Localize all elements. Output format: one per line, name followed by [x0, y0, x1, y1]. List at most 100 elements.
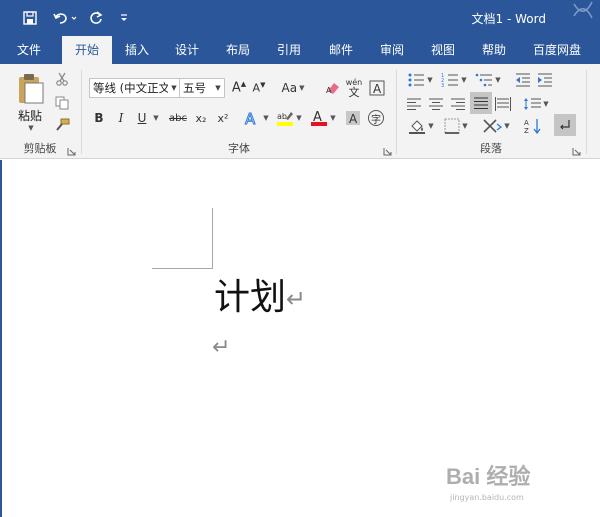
align-center-button[interactable] — [427, 94, 445, 114]
character-border-button[interactable]: A — [368, 78, 386, 98]
increase-indent-icon — [538, 73, 552, 87]
clear-formatting-button[interactable]: A — [324, 78, 342, 98]
clipboard-launcher-icon[interactable] — [67, 145, 76, 156]
title-decoration-icon — [560, 0, 600, 36]
tab-design[interactable]: 设计 — [164, 36, 210, 64]
tab-help[interactable]: 帮助 — [471, 36, 517, 64]
paragraph-mark: ↵ — [286, 285, 307, 313]
underline-dropdown-icon[interactable]: ▼ — [150, 108, 160, 128]
sort-button[interactable]: AZ — [521, 116, 545, 136]
borders-button[interactable]: ▼ — [441, 116, 471, 136]
justify-button[interactable] — [470, 92, 492, 114]
italic-button[interactable]: I — [112, 108, 130, 128]
enclose-characters-button[interactable]: 字 — [366, 108, 386, 128]
paste-icon — [19, 73, 44, 103]
heading-text[interactable]: 计划 — [214, 277, 286, 318]
align-right-button[interactable] — [449, 94, 467, 114]
strikethrough-button[interactable]: abc — [166, 108, 190, 128]
phonetic-guide-button[interactable]: wén 文 — [344, 76, 364, 100]
window-title: 文档1 - Word — [471, 12, 546, 26]
tab-review[interactable]: 审阅 — [369, 36, 415, 64]
font-name-select[interactable]: 等线 (中文正文) ▼ — [89, 78, 181, 98]
shrink-font-button[interactable]: A▼ — [250, 78, 268, 98]
font-size-select[interactable]: 五号 ▼ — [179, 78, 225, 98]
multilevel-list-button[interactable]: ▼ — [473, 70, 503, 90]
increase-indent-button[interactable] — [535, 70, 555, 90]
show-paragraph-marks-button[interactable] — [554, 114, 576, 136]
line-spacing-icon — [524, 98, 542, 110]
paint-bucket-icon — [409, 120, 426, 134]
change-case-button[interactable]: Aa ▼ — [278, 78, 308, 98]
paste-dropdown-icon[interactable]: ▼ — [28, 124, 33, 132]
tab-references[interactable]: 引用 — [266, 36, 312, 64]
shading-dropdown-icon: ▼ — [428, 122, 434, 130]
paste-button[interactable]: 粘贴 ▼ — [10, 70, 50, 134]
format-painter-button[interactable] — [52, 116, 72, 134]
copy-button[interactable] — [52, 94, 72, 112]
numbering-icon: 123 — [441, 73, 459, 88]
baidu-jingyan-watermark: Bai 经验 jingyan.baidu.com — [446, 459, 566, 509]
tab-file[interactable]: 文件 — [0, 36, 58, 64]
change-case-dropdown-icon: ▼ — [299, 84, 305, 92]
highlight-button[interactable]: ab ▼ — [274, 108, 304, 128]
sort-icon: AZ — [524, 119, 541, 134]
chinese-layout-dropdown-icon: ▼ — [504, 122, 510, 130]
paragraph-launcher-icon[interactable] — [572, 145, 581, 156]
tab-layout[interactable]: 布局 — [215, 36, 261, 64]
tab-mailings[interactable]: 邮件 — [318, 36, 364, 64]
borders-dropdown-icon: ▼ — [462, 122, 468, 130]
redo-icon[interactable] — [84, 6, 108, 30]
character-shading-button[interactable]: A — [344, 108, 362, 128]
font-group: 等线 (中文正文) ▼ 五号 ▼ A▲ A▼ Aa ▼ A wén 文 A B I… — [82, 64, 396, 159]
grow-font-button[interactable]: A▲ — [230, 78, 248, 98]
decrease-indent-icon — [516, 73, 530, 87]
document-page[interactable]: 计划↵ ↵ Bai 经验 jingyan.baidu.com — [0, 160, 600, 517]
subscript-button[interactable]: x₂ — [192, 108, 210, 128]
customize-icon[interactable] — [112, 6, 136, 30]
bullets-dropdown-icon: ▼ — [427, 76, 433, 84]
tab-baidu-netdisk[interactable]: 百度网盘 — [524, 36, 590, 64]
empty-paragraph-mark[interactable]: ↵ — [212, 337, 230, 359]
distributed-button[interactable] — [494, 94, 512, 114]
underline-button[interactable]: U — [134, 108, 150, 128]
svg-text:A: A — [349, 112, 358, 126]
paragraph-group: ▼ 1 2 3 ▼ ▼ ▼ ▼ ▼ ▼ A Z 段落 — [397, 64, 585, 159]
text-effects-button[interactable]: A ▼ — [242, 108, 270, 128]
font-size-value: 五号 — [183, 81, 206, 95]
clipboard-group: 粘贴 ▼ 剪贴板 — [0, 64, 80, 159]
ribbon-tabs: 文件 开始 插入 设计 布局 引用 邮件 审阅 视图 帮助 百度网盘 — [0, 36, 600, 65]
chinese-layout-button[interactable]: ▼ — [479, 116, 513, 136]
tab-home[interactable]: 开始 — [62, 36, 112, 65]
cut-button[interactable] — [52, 70, 72, 88]
shading-button[interactable]: ▼ — [405, 116, 437, 136]
align-left-icon — [407, 98, 421, 110]
svg-text:Z: Z — [524, 127, 529, 134]
document-heading-line[interactable]: 计划↵ — [214, 276, 306, 320]
window-edge — [0, 160, 2, 517]
tab-insert[interactable]: 插入 — [114, 36, 160, 64]
undo-icon[interactable] — [50, 6, 80, 30]
superscript-button[interactable]: x² — [214, 108, 232, 128]
font-launcher-icon[interactable] — [383, 145, 392, 156]
bullets-icon — [408, 73, 425, 87]
multilevel-list-icon — [475, 73, 493, 87]
tab-view[interactable]: 视图 — [420, 36, 466, 64]
bullets-button[interactable]: ▼ — [405, 70, 435, 90]
paragraph-group-label: 段落 — [480, 142, 502, 155]
svg-text:3: 3 — [441, 83, 444, 88]
bold-button[interactable]: B — [90, 108, 108, 128]
font-color-button[interactable]: A ▼ — [308, 108, 338, 128]
watermark-brand: Bai 经验 — [446, 464, 531, 489]
multilevel-list-dropdown-icon: ▼ — [495, 76, 501, 84]
numbering-button[interactable]: 1 2 3 ▼ — [439, 70, 469, 90]
align-left-button[interactable] — [405, 94, 423, 114]
font-size-dropdown-icon[interactable]: ▼ — [212, 79, 224, 97]
font-color-dropdown-icon: ▼ — [330, 114, 336, 122]
highlight-dropdown-icon: ▼ — [296, 114, 302, 122]
decrease-indent-button[interactable] — [513, 70, 533, 90]
svg-text:ab: ab — [277, 112, 287, 121]
chinese-layout-icon — [483, 119, 503, 133]
borders-icon — [444, 118, 460, 134]
line-spacing-button[interactable]: ▼ — [519, 94, 553, 114]
save-icon[interactable] — [18, 6, 42, 30]
